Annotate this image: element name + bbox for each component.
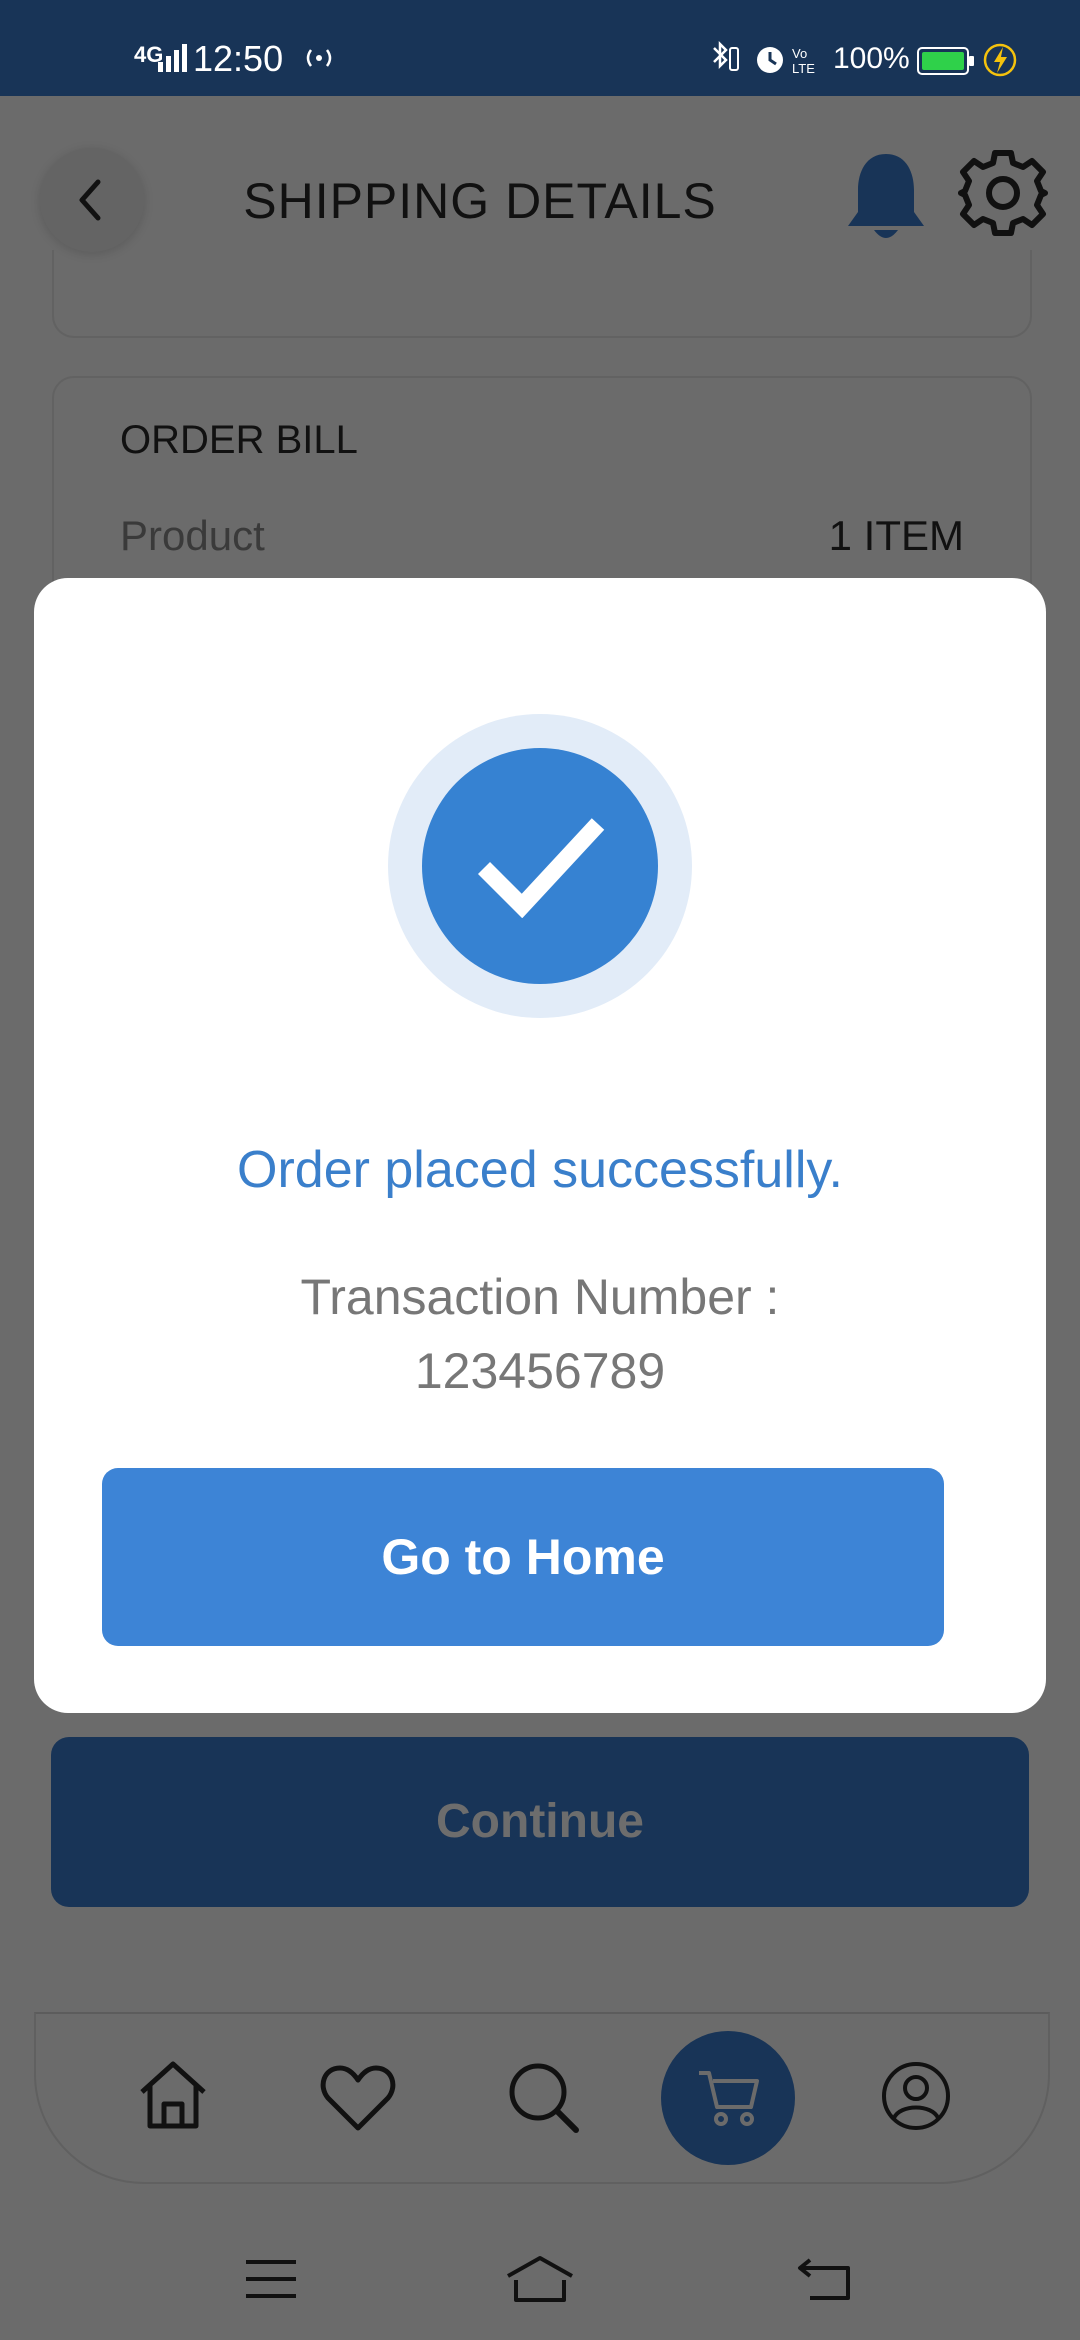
svg-text:LTE: LTE <box>792 61 815 76</box>
order-row-label: Product <box>120 512 265 559</box>
success-badge <box>388 714 692 1018</box>
menu-icon[interactable] <box>244 2258 298 2300</box>
checkmark-icon <box>477 818 605 918</box>
success-message: Order placed successfully. <box>237 1141 843 1199</box>
system-nav <box>0 2220 1080 2340</box>
continue-button[interactable]: Continue <box>51 1737 1029 1907</box>
charging-icon <box>983 43 1017 77</box>
cart-tab[interactable] <box>661 2031 795 2165</box>
battery-percent: 100% <box>833 42 910 75</box>
order-row-value: 1 ITEM <box>828 512 964 559</box>
svg-text:Vo: Vo <box>792 46 807 61</box>
home-icon[interactable] <box>136 2058 210 2132</box>
order-success-dialog: Order placed successfully. Transaction N… <box>34 578 1046 1713</box>
home-system-icon[interactable] <box>504 2254 576 2304</box>
bell-icon[interactable] <box>842 150 930 246</box>
success-circle <box>422 748 658 984</box>
profile-icon[interactable] <box>880 2060 952 2132</box>
status-icons: Vo LTE <box>713 40 815 76</box>
gear-icon[interactable] <box>958 148 1048 238</box>
status-bar: 4G 12:50 Vo LTE 100% <box>0 0 1080 96</box>
back-system-icon[interactable] <box>796 2256 852 2302</box>
back-button[interactable] <box>40 148 144 252</box>
transaction-info: Transaction Number : 123456789 <box>34 1260 1046 1408</box>
order-bill-title: ORDER BILL <box>120 418 358 462</box>
status-time: 12:50 <box>193 38 284 79</box>
page-title: SHIPPING DETAILS <box>243 173 717 229</box>
chevron-left-icon <box>79 179 101 221</box>
heart-icon[interactable] <box>320 2062 396 2132</box>
previous-card <box>52 250 1032 338</box>
cart-icon <box>699 2071 759 2126</box>
go-to-home-button[interactable]: Go to Home <box>102 1468 944 1646</box>
battery-icon <box>917 47 974 75</box>
bottom-nav <box>34 2012 1050 2184</box>
hotspot-icon <box>306 49 332 67</box>
transaction-number: 123456789 <box>414 1343 666 1399</box>
transaction-label: Transaction Number : <box>300 1269 780 1325</box>
signal-icon <box>158 44 187 72</box>
search-icon[interactable] <box>506 2060 580 2134</box>
